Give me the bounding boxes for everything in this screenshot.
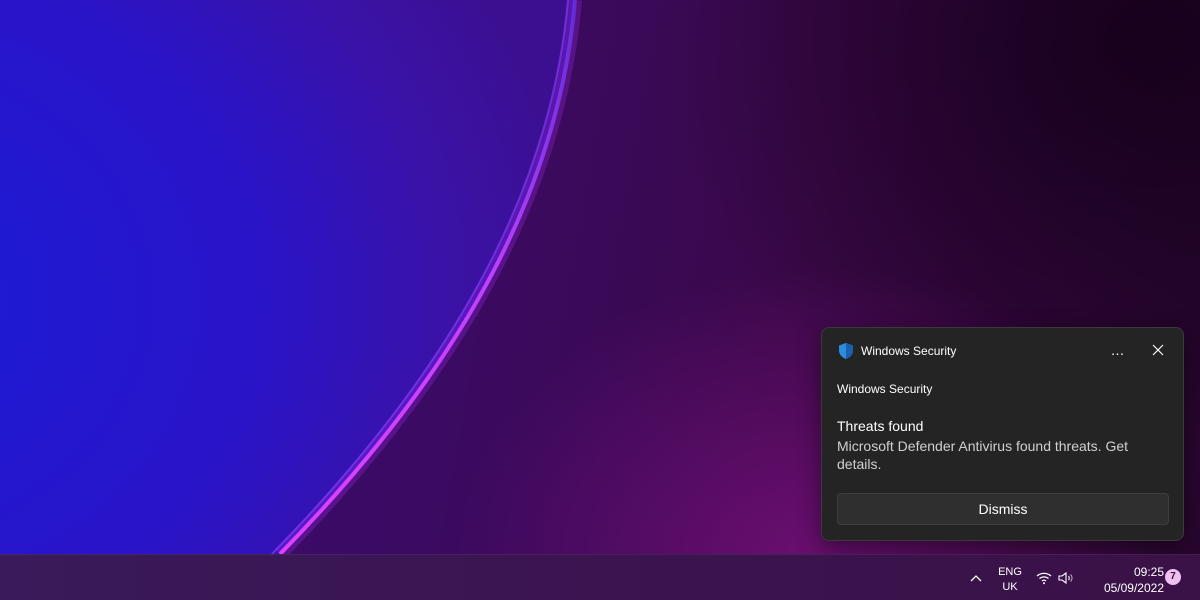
notification-count-badge[interactable]: 7 xyxy=(1165,569,1181,585)
clock[interactable]: 09:25 05/09/2022 xyxy=(1088,564,1164,596)
taskbar: ENG UK 09:25 05/09/2022 xyxy=(0,554,1200,600)
close-button[interactable] xyxy=(1144,338,1172,362)
chevron-up-icon xyxy=(970,575,982,582)
dismiss-button[interactable]: Dismiss xyxy=(837,493,1169,525)
toast-attribution: Windows Security xyxy=(837,382,933,396)
clock-date: 05/09/2022 xyxy=(1103,581,1164,595)
shield-icon xyxy=(837,342,855,360)
app-name: Windows Security xyxy=(861,344,957,358)
language-region: UK xyxy=(1002,581,1018,593)
clock-time: 09:25 xyxy=(1133,565,1164,579)
close-icon xyxy=(1152,344,1164,356)
notification-toast[interactable]: Windows Security … Windows Security Thre… xyxy=(821,327,1184,541)
show-hidden-icons-button[interactable] xyxy=(964,567,988,589)
more-options-icon: … xyxy=(1110,342,1126,358)
toast-header: Windows Security … xyxy=(822,328,1183,374)
wifi-icon xyxy=(1036,572,1052,585)
language-indicator[interactable]: ENG UK xyxy=(992,565,1028,595)
language-code: ENG xyxy=(998,566,1022,578)
speaker-icon xyxy=(1058,571,1073,585)
toast-body: Microsoft Defender Antivirus found threa… xyxy=(837,438,1129,472)
more-options-button[interactable]: … xyxy=(1104,338,1132,362)
quick-settings-button[interactable] xyxy=(1036,569,1084,587)
toast-title: Threats found xyxy=(837,418,924,434)
